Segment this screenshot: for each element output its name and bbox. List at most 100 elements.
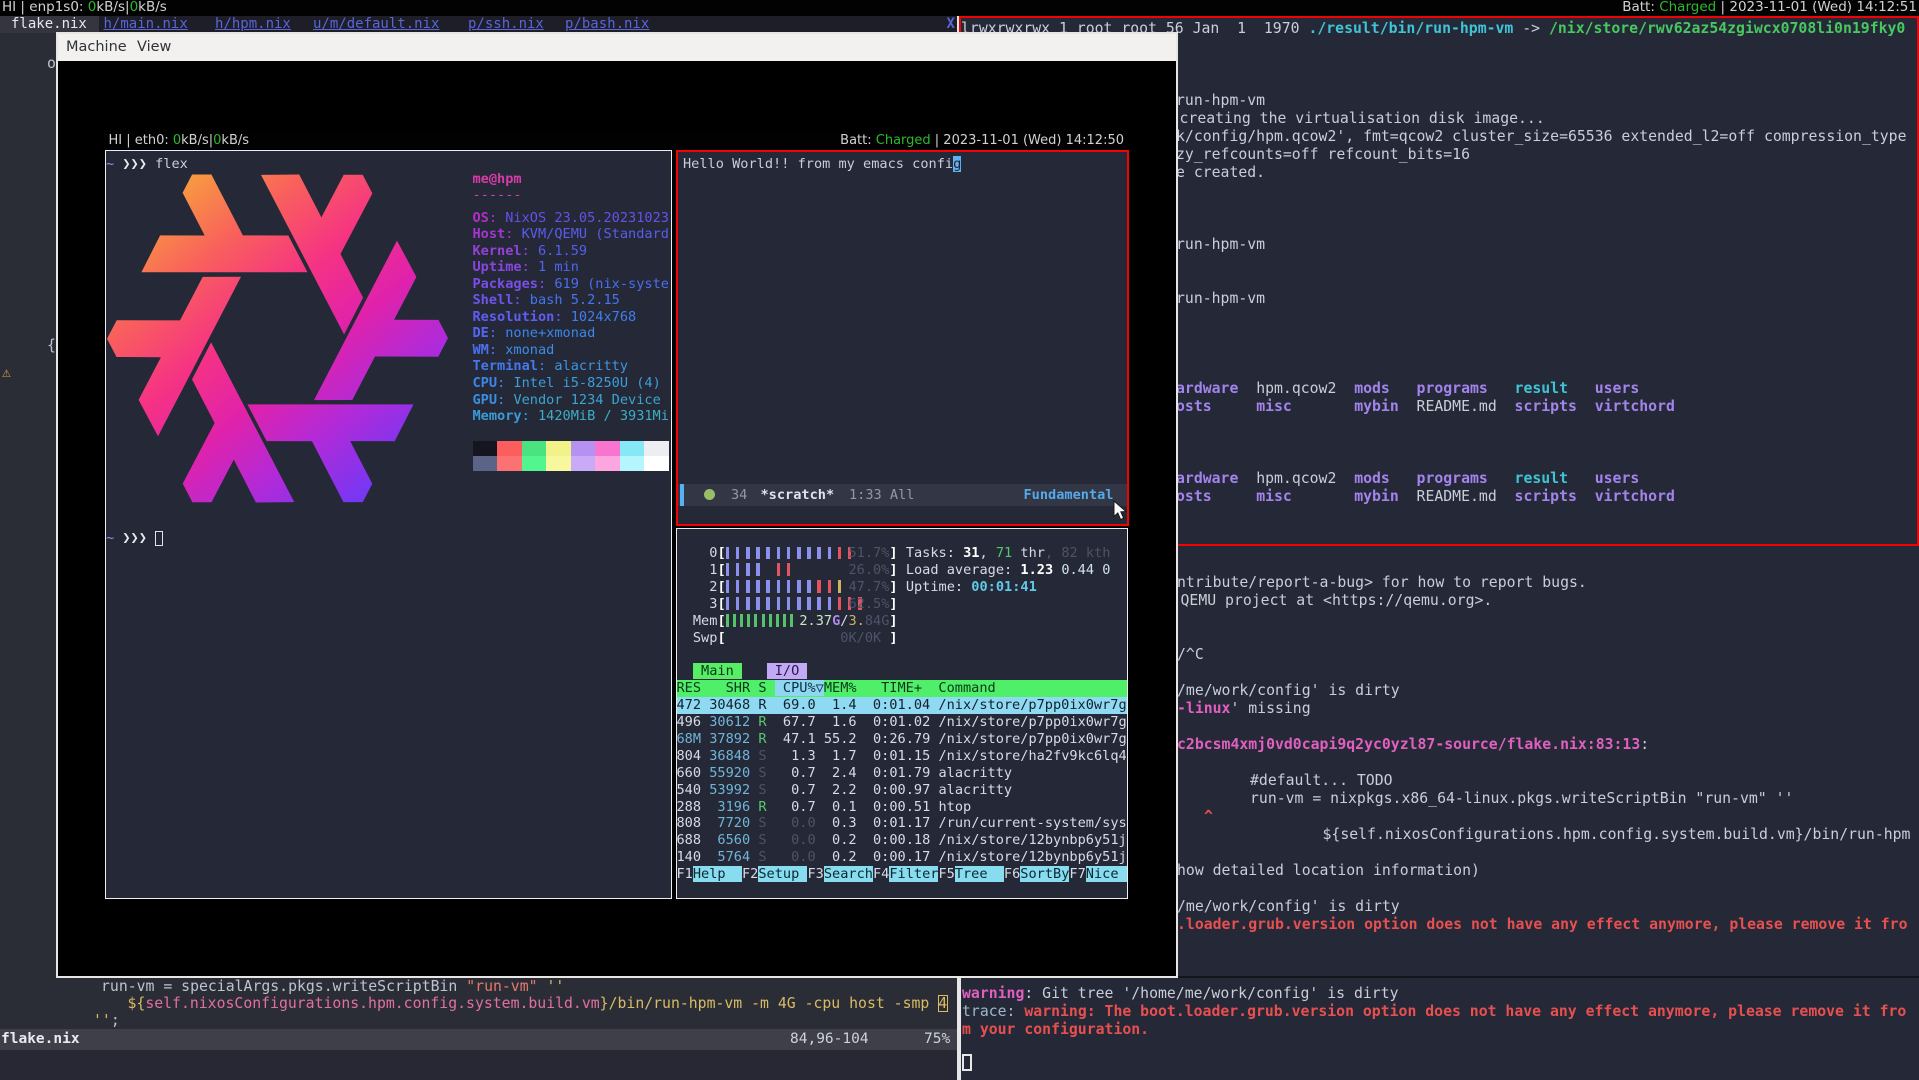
text-segment: Search [824,866,873,882]
text-segment: Setup [758,866,807,882]
text-segment: ] [889,613,897,629]
text-segment: run-hpm-vm [1176,92,1265,109]
text-segment: /bin/run-hpm-vm -m 4G -cpu host -smp [609,995,939,1012]
neofetch-info-line: Resolution: 1024x768 [473,309,637,326]
text-segment: SortBy [1020,866,1069,882]
text-segment: Charged [876,133,931,148]
meter-bar [817,597,821,610]
text-segment: 0.3 [824,815,857,831]
neofetch-info-line: GPU: Vendor 1234 Device [473,392,661,409]
text-segment: 0.1 [824,799,857,815]
text-segment [857,748,865,764]
text-segment: 0:00.51 [865,799,930,815]
text-segment: S [758,765,766,781]
tab-close-button[interactable]: X [947,16,955,33]
terminal-line: run-hpm-vm [1176,236,1265,254]
text-segment [742,663,767,679]
text-segment: kB/s [221,133,249,148]
meter-bar [766,597,770,610]
meter-bar [777,547,781,560]
text-segment: /nix/store/12bynbp6y51j [938,849,1126,865]
text-segment: 31 [963,545,979,561]
text-segment: virtchord [1595,488,1675,505]
htop-line: 808 7720 S 0.0 0.3 0:01.17 /run/current-… [677,815,1127,832]
htop-line: RES SHR S CPU%▽MEM% TIME+ Command [677,680,1128,697]
meter-bar [726,597,730,610]
palette-swatch [497,441,522,456]
emacs-echo-area [0,1050,957,1080]
text-segment: 47.1 [775,731,816,747]
text-segment: warning [962,985,1024,1002]
htop-line: 68M 37892 R 47.1 55.2 0:26.79 /nix/store… [677,731,1127,748]
menu-view[interactable]: View [137,34,171,61]
text-segment: 0.7 [775,782,816,798]
meter-bar [776,614,779,627]
code-line: run-vm = specialArgs.pkgs.writeScriptBin… [101,978,564,995]
text-segment: [ [717,613,725,629]
palette-swatch [620,441,645,456]
terminal-line: run-hpm-vm [1176,290,1265,308]
text-segment: run-vm = specialArgs.pkgs.writeScriptBin [101,978,466,995]
htop-line: 140 5764 S 0.0 0.2 0:00.17 /nix/store/12… [677,849,1127,866]
vm-battery-clock: Batt: Charged | 2023-11-01 (Wed) 14:12:5… [840,132,1124,149]
meter-bar [817,580,821,593]
neofetch-info-line: Packages: 619 (nix-syste [473,276,669,293]
text-segment: 5764 [709,849,750,865]
vm-emacs-modeline: 34 *scratch* 1:33 All Fundamental [678,484,1127,506]
tab-u-m-default-nix[interactable]: u/m/default.nix [313,16,439,33]
tab-h-hpm-nix[interactable]: h/hpm.nix [215,16,291,33]
vm-terminal-htop[interactable]: 0[51.7%]Tasks: 31, 71 thr, 82 kth 1[26.0… [676,528,1129,900]
neofetch-info-line: DE: none+xmonad [473,325,596,342]
meter-bar [777,563,781,576]
text-segment: mybin [1354,488,1416,505]
text-segment [767,765,775,781]
meter-bar [756,580,760,593]
buffer-glyph: ⚠ [2,364,11,381]
meter-bar [783,614,786,627]
vm-terminal-neofetch[interactable]: ~ ❯❯❯ flex [105,150,672,899]
text-segment: 0 [1102,562,1110,578]
tab-p-bash-nix[interactable]: p/bash.nix [565,16,649,33]
text-segment: 0:00.18 [865,832,930,848]
text-segment: hpm.qcow2 [1256,470,1354,487]
htop-line: Swp[0K/0K] [693,630,726,647]
palette-swatch [571,456,596,471]
htop-line: 804 36848 S 1.3 1.7 0:01.15 /nix/store/h… [677,748,1127,765]
htop-line: 0[51.7%]Tasks: 31, 71 thr, 82 kth [693,545,898,562]
text-segment [816,849,824,865]
text-segment: 0.0 [775,832,816,848]
palette-swatch [571,441,596,456]
terminal-line: .loader.grub.version option does not hav… [1177,916,1908,934]
tab-h-main-nix[interactable]: h/main.nix [104,16,188,33]
text-segment [816,731,824,747]
text-segment: 0:00.97 [865,782,930,798]
text-segment: : [1640,736,1649,753]
text-segment: F1 [677,866,693,882]
tab-flake-nix[interactable]: flake.nix [0,16,99,33]
text-segment: R [758,731,766,747]
terminal-warnings[interactable]: warning: Git tree '/home/me/work/config'… [961,978,1919,1080]
text-segment: } [600,995,609,1012]
text-segment: R [758,714,766,730]
meter-bar [766,580,770,593]
vm-emacs-window[interactable]: Hello World!! from my emacs config 34 *s… [676,150,1129,526]
text-segment: result [1515,380,1595,397]
text-segment: "run-vm" [466,978,537,995]
code-line: ${self.nixosConfigurations.hpm.config.sy… [128,995,948,1012]
text-segment: 1.3 [775,748,816,764]
terminal-line: /^C [1177,646,1204,664]
text-segment: programs [1417,470,1515,487]
text-segment: 0:01.79 [865,765,930,781]
text-segment: S [758,748,766,764]
text-segment: '' [93,1012,111,1029]
text-segment: 0 [130,0,139,15]
menu-machine[interactable]: Machine [66,34,127,61]
text-segment: 30612 [709,714,750,730]
text-segment [816,748,824,764]
modeline-buffer: *scratch* [761,484,835,506]
terminal-line: ardware hpm.qcow2 mods programs result u… [1176,380,1639,398]
palette-swatch [522,441,547,456]
htop-line: Mem[2.37G/3.84G] [693,613,898,630]
tab-p-ssh-nix[interactable]: p/ssh.nix [468,16,544,33]
modeline-status-dot [704,489,715,500]
